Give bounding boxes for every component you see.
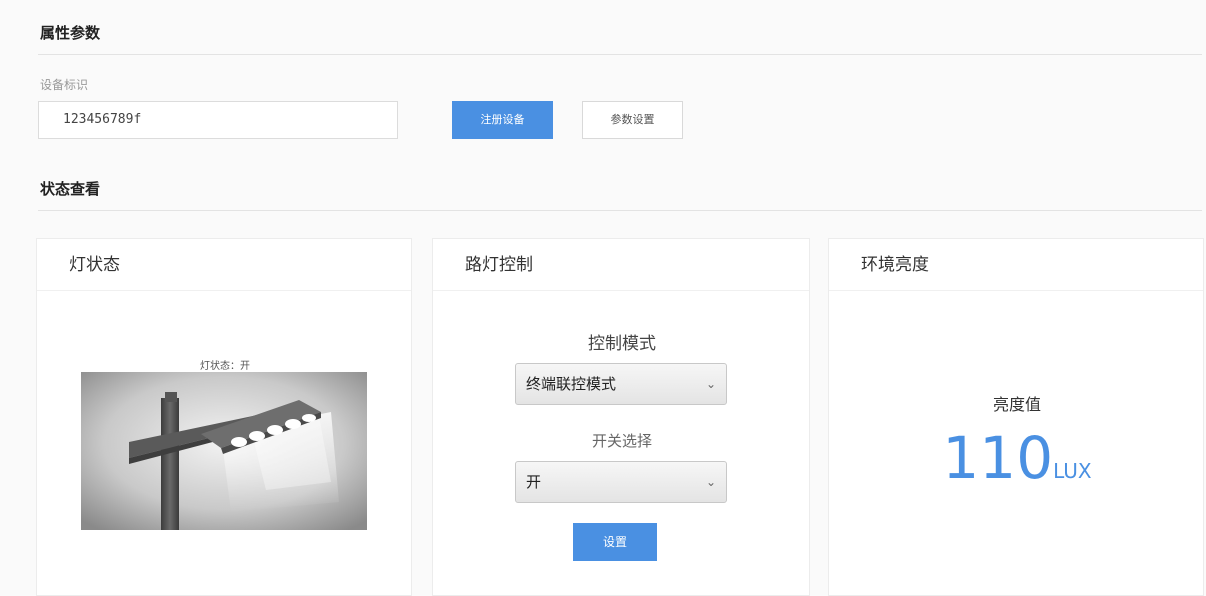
control-mode-value: 终端联控模式	[526, 375, 617, 393]
status-section-title: 状态查看	[40, 180, 101, 198]
switch-select-value: 开	[526, 473, 542, 491]
brightness-value-label: 亮度值	[992, 395, 1041, 414]
register-device-button[interactable]: 注册设备	[452, 101, 553, 139]
brightness-unit: LUX	[1053, 459, 1092, 483]
lamp-status-caption: 灯状态：开	[200, 361, 250, 372]
switch-select-label: 开关选择	[591, 432, 652, 450]
device-id-label: 设备标识	[40, 78, 89, 92]
ambient-brightness-panel: 环境亮度 亮度值 110LUX	[828, 238, 1204, 596]
chevron-down-icon: ⌄	[705, 377, 716, 391]
brightness-readout: 110LUX	[829, 425, 1205, 491]
lamp-status-panel: 灯状态 灯状态：开	[36, 238, 412, 596]
brightness-value: 110	[942, 424, 1054, 492]
status-divider	[38, 210, 1202, 211]
control-mode-label: 控制模式	[588, 334, 656, 354]
lamp-control-title: 路灯控制	[433, 239, 809, 291]
lamp-control-panel: 路灯控制 控制模式 终端联控模式 ⌄ 开关选择 开 ⌄ 设置	[432, 238, 810, 596]
device-id-input[interactable]: 123456789f	[38, 101, 398, 139]
ambient-brightness-title: 环境亮度	[829, 239, 1203, 291]
switch-select[interactable]: 开 ⌄	[515, 461, 727, 503]
attributes-divider	[38, 54, 1202, 55]
chevron-down-icon: ⌄	[705, 475, 716, 489]
street-lamp-image	[81, 372, 367, 530]
lamp-status-title: 灯状态	[37, 239, 411, 291]
control-mode-select[interactable]: 终端联控模式 ⌄	[515, 363, 727, 405]
set-button[interactable]: 设置	[573, 523, 657, 561]
parameter-settings-button[interactable]: 参数设置	[582, 101, 683, 139]
attributes-section-title: 属性参数	[40, 24, 101, 42]
